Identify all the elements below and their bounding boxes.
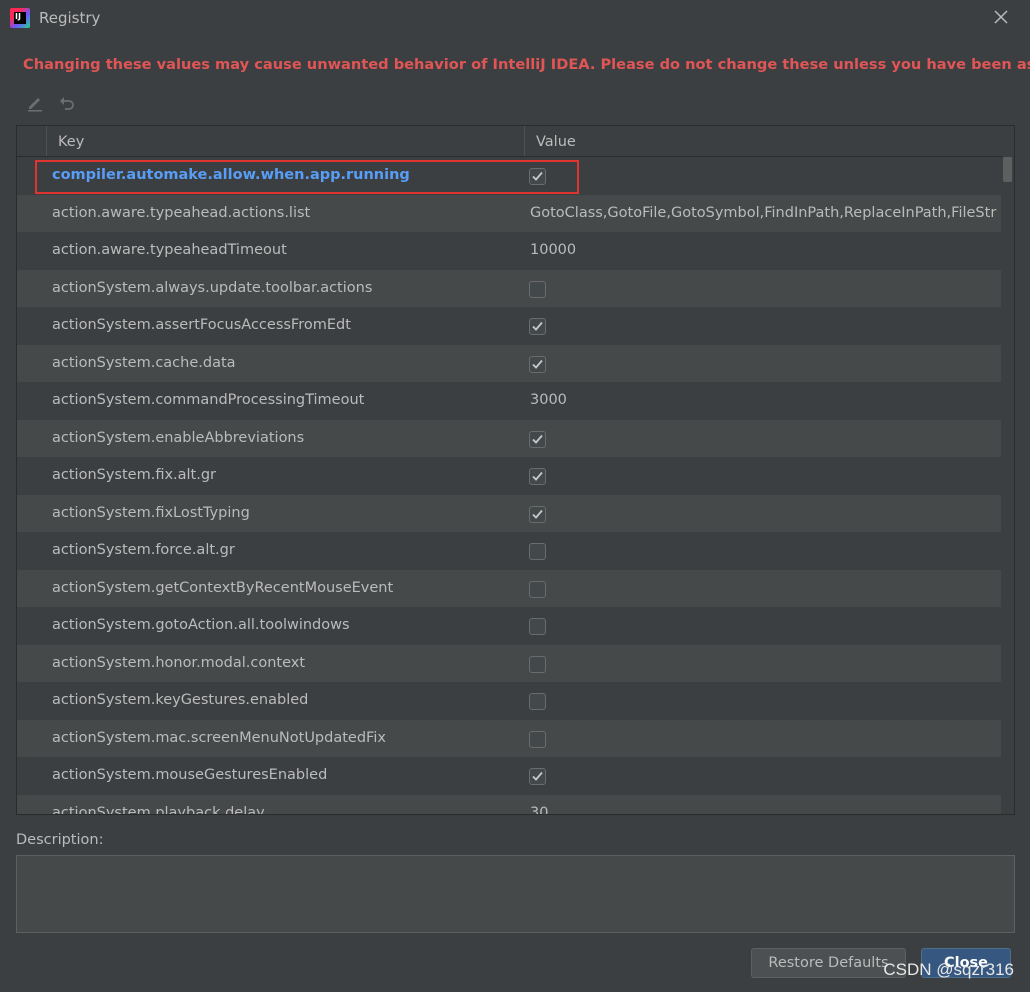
row-key: actionSystem.keyGestures.enabled bbox=[52, 692, 309, 708]
table-row[interactable]: actionSystem.enableAbbreviations bbox=[17, 419, 1001, 457]
table-row[interactable]: actionSystem.commandProcessingTimeout 300… bbox=[17, 382, 1001, 420]
watermark: CSDN @sqzr316 bbox=[883, 960, 1014, 979]
row-key: action.aware.typeahead.actions.list bbox=[52, 204, 311, 221]
title-bar: IJ Registry bbox=[0, 0, 1030, 38]
row-key: actionSystem.cache.data bbox=[52, 354, 236, 371]
revert-icon[interactable] bbox=[56, 92, 78, 114]
table-row[interactable]: actionSystem.honor.modal.context bbox=[17, 644, 1001, 682]
value-checkbox[interactable] bbox=[529, 355, 546, 373]
table-row[interactable]: actionSystem.gotoAction.all.toolwindows bbox=[17, 607, 1001, 645]
warning-banner: Changing these values may cause unwanted… bbox=[16, 46, 1030, 82]
row-key: actionSystem.fix.alt.gr bbox=[52, 467, 217, 483]
table-row[interactable]: actionSystem.fixLostTyping bbox=[17, 494, 1001, 532]
row-value[interactable]: 3000 bbox=[530, 392, 1000, 408]
row-key: actionSystem.commandProcessingTimeout bbox=[52, 392, 365, 408]
close-icon[interactable] bbox=[992, 8, 1010, 26]
row-key: actionSystem.assertFocusAccessFromEdt bbox=[52, 317, 351, 333]
header-gutter bbox=[17, 126, 47, 156]
value-checkbox[interactable] bbox=[529, 318, 546, 335]
table-row[interactable]: actionSystem.fix.alt.gr bbox=[17, 457, 1001, 495]
value-checkbox[interactable] bbox=[529, 768, 546, 785]
table-row[interactable]: action.aware.typeaheadTimeout 10000 bbox=[17, 232, 1001, 270]
value-checkbox[interactable] bbox=[529, 468, 546, 485]
description-label: Description: bbox=[16, 832, 104, 848]
window-title: Registry bbox=[39, 9, 101, 27]
table-row[interactable]: actionSystem.assertFocusAccessFromEdt bbox=[17, 307, 1001, 345]
row-value[interactable]: 30 bbox=[530, 805, 1000, 815]
row-value[interactable]: 10000 bbox=[530, 242, 1000, 258]
column-header-value[interactable]: Value bbox=[536, 134, 576, 150]
row-key: actionSystem.fixLostTyping bbox=[52, 504, 250, 521]
intellij-idea-icon: IJ bbox=[10, 8, 30, 28]
row-key: actionSystem.getContextByRecentMouseEven… bbox=[52, 579, 394, 596]
value-checkbox[interactable] bbox=[529, 505, 546, 523]
vertical-scrollbar[interactable] bbox=[1001, 157, 1014, 814]
edit-icon[interactable] bbox=[24, 92, 46, 114]
value-checkbox[interactable] bbox=[529, 430, 546, 448]
row-key: actionSystem.mac.screenMenuNotUpdatedFix bbox=[52, 729, 386, 746]
row-key: actionSystem.force.alt.gr bbox=[52, 542, 235, 558]
warning-text: Changing these values may cause unwanted… bbox=[23, 55, 1030, 73]
row-key: actionSystem.playback.delay bbox=[52, 804, 265, 815]
row-key: actionSystem.mouseGesturesEnabled bbox=[52, 767, 328, 783]
value-checkbox[interactable] bbox=[529, 280, 546, 298]
row-key: actionSystem.honor.modal.context bbox=[52, 654, 306, 671]
highlight-box bbox=[35, 160, 579, 194]
table-header: Key Value bbox=[17, 126, 1002, 157]
value-checkbox[interactable] bbox=[529, 618, 546, 635]
table-row[interactable]: actionSystem.mouseGesturesEnabled bbox=[17, 757, 1001, 795]
table-row[interactable]: compiler.automake.allow.when.app.running bbox=[17, 157, 1001, 195]
table-row[interactable]: action.aware.typeahead.actions.list GotoC… bbox=[17, 194, 1001, 232]
table-row[interactable]: actionSystem.playback.delay 30 bbox=[17, 794, 1001, 815]
table-row[interactable]: actionSystem.mac.screenMenuNotUpdatedFix bbox=[17, 719, 1001, 757]
value-checkbox[interactable] bbox=[529, 655, 546, 673]
value-checkbox[interactable] bbox=[529, 693, 546, 710]
value-checkbox[interactable] bbox=[529, 730, 546, 748]
toolbar bbox=[24, 92, 78, 114]
value-checkbox[interactable] bbox=[529, 543, 546, 560]
table-row[interactable]: actionSystem.always.update.toolbar.actio… bbox=[17, 269, 1001, 307]
scroll-thumb[interactable] bbox=[1003, 157, 1012, 182]
row-key: actionSystem.enableAbbreviations bbox=[52, 429, 305, 446]
column-header-key[interactable]: Key bbox=[58, 134, 84, 150]
registry-table: Key Value compiler.automake.allow.when.a… bbox=[16, 125, 1015, 815]
description-panel bbox=[16, 855, 1015, 933]
row-key: action.aware.typeaheadTimeout bbox=[52, 242, 287, 258]
row-key: actionSystem.gotoAction.all.toolwindows bbox=[52, 617, 350, 633]
table-row[interactable]: actionSystem.getContextByRecentMouseEven… bbox=[17, 569, 1001, 607]
value-checkbox[interactable] bbox=[529, 580, 546, 598]
table-row[interactable]: actionSystem.keyGestures.enabled bbox=[17, 682, 1001, 720]
row-key: actionSystem.always.update.toolbar.actio… bbox=[52, 279, 373, 296]
table-row[interactable]: actionSystem.force.alt.gr bbox=[17, 532, 1001, 570]
row-value[interactable]: GotoClass,GotoFile,GotoSymbol,FindInPath… bbox=[530, 205, 1000, 221]
table-body: compiler.automake.allow.when.app.running… bbox=[17, 157, 1001, 815]
table-row[interactable]: actionSystem.cache.data bbox=[17, 344, 1001, 382]
